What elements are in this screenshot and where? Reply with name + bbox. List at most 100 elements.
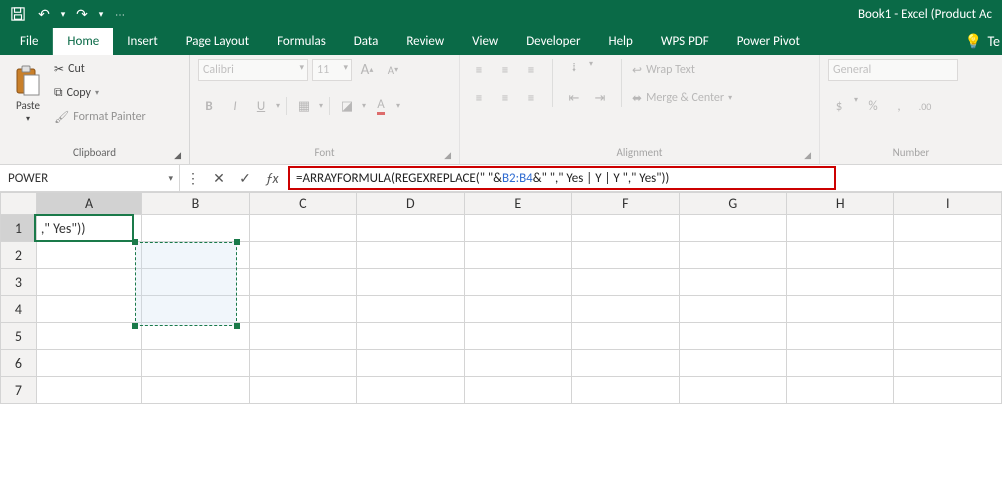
cell-A4[interactable] — [36, 296, 141, 323]
cell-I1[interactable] — [894, 215, 1002, 242]
row-header-7[interactable]: 7 — [1, 377, 37, 404]
cell-I2[interactable] — [894, 242, 1002, 269]
format-painter-button[interactable]: 🖌 Format Painter — [54, 107, 146, 127]
cell-C4[interactable] — [249, 296, 356, 323]
increase-indent-button[interactable]: ⇥ — [589, 87, 611, 109]
increase-decimal-button[interactable]: .00 — [914, 95, 936, 117]
row-header-5[interactable]: 5 — [1, 323, 37, 350]
font-launcher[interactable]: ◢ — [444, 147, 451, 165]
name-box-dropdown[interactable]: ▾ — [168, 173, 173, 184]
cell-C7[interactable] — [249, 377, 356, 404]
row-header-1[interactable]: 1 — [1, 215, 37, 242]
row-header-2[interactable]: 2 — [1, 242, 37, 269]
cell-C3[interactable] — [249, 269, 356, 296]
cell-E5[interactable] — [464, 323, 571, 350]
cell-A7[interactable] — [36, 377, 141, 404]
copy-button[interactable]: ⧉ Copy ▾ — [54, 83, 146, 103]
align-right-button[interactable]: ≡ — [520, 87, 542, 109]
cell-H6[interactable] — [786, 350, 893, 377]
number-format-combo[interactable]: General — [828, 59, 958, 81]
marquee-handle-tl[interactable] — [132, 239, 138, 245]
fx-icon[interactable]: ƒx — [258, 170, 286, 187]
tab-formulas[interactable]: Formulas — [263, 28, 340, 55]
wrap-text-button[interactable]: ↩ Wrap Text — [632, 59, 732, 81]
increase-font-button[interactable]: A▴ — [356, 59, 378, 81]
cell-H3[interactable] — [786, 269, 893, 296]
percent-button[interactable]: % — [862, 95, 884, 117]
cell-B7[interactable] — [142, 377, 249, 404]
cell-F5[interactable] — [572, 323, 679, 350]
cell-G7[interactable] — [679, 377, 786, 404]
enter-button[interactable]: ✓ — [232, 170, 258, 187]
cell-G2[interactable] — [679, 242, 786, 269]
tab-home[interactable]: Home — [53, 28, 113, 55]
col-header-B[interactable]: B — [142, 193, 249, 215]
marquee-handle-bl[interactable] — [132, 323, 138, 329]
decrease-font-button[interactable]: A▾ — [382, 59, 404, 81]
align-center-button[interactable]: ≡ — [494, 87, 516, 109]
cell-H4[interactable] — [786, 296, 893, 323]
comma-button[interactable]: , — [888, 95, 910, 117]
col-header-F[interactable]: F — [572, 193, 679, 215]
cell-A1[interactable]: ," Yes")) — [36, 215, 141, 242]
undo-button[interactable]: ↶ — [32, 4, 56, 24]
tab-power-pivot[interactable]: Power Pivot — [723, 28, 814, 55]
tell-me-icon[interactable]: 💡 — [959, 28, 987, 55]
cell-A2[interactable] — [36, 242, 141, 269]
cell-H5[interactable] — [786, 323, 893, 350]
row-header-4[interactable]: 4 — [1, 296, 37, 323]
font-name-combo[interactable]: Calibri▾ — [198, 59, 308, 81]
cell-G4[interactable] — [679, 296, 786, 323]
cell-E1[interactable] — [464, 215, 571, 242]
cell-I3[interactable] — [894, 269, 1002, 296]
cell-C2[interactable] — [249, 242, 356, 269]
cell-I6[interactable] — [894, 350, 1002, 377]
tab-developer[interactable]: Developer — [512, 28, 594, 55]
cell-E3[interactable] — [464, 269, 571, 296]
cell-I4[interactable] — [894, 296, 1002, 323]
cell-B1[interactable] — [142, 215, 249, 242]
cell-D3[interactable] — [357, 269, 464, 296]
tab-data[interactable]: Data — [340, 28, 393, 55]
cell-C5[interactable] — [249, 323, 356, 350]
cell-G5[interactable] — [679, 323, 786, 350]
cell-D2[interactable] — [357, 242, 464, 269]
fill-color-button[interactable]: ◪ — [336, 95, 358, 117]
cell-F6[interactable] — [572, 350, 679, 377]
cell-B3[interactable] — [142, 269, 249, 296]
tab-insert[interactable]: Insert — [113, 28, 172, 55]
cell-I5[interactable] — [894, 323, 1002, 350]
align-left-button[interactable]: ≡ — [468, 87, 490, 109]
cell-E2[interactable] — [464, 242, 571, 269]
cut-button[interactable]: ✂ Cut — [54, 59, 146, 79]
font-color-button[interactable]: A — [370, 95, 392, 117]
paste-button[interactable]: Paste ▾ — [8, 59, 48, 129]
cell-A3[interactable] — [36, 269, 141, 296]
border-button[interactable]: ▦ — [293, 95, 315, 117]
font-size-combo[interactable]: 11▾ — [312, 59, 352, 81]
cell-C1[interactable] — [249, 215, 356, 242]
cell-I7[interactable] — [894, 377, 1002, 404]
formula-input[interactable]: =ARRAYFORMULA(REGEXREPLACE(" "&B2:B4&" "… — [288, 166, 836, 190]
cell-F3[interactable] — [572, 269, 679, 296]
tab-help[interactable]: Help — [594, 28, 646, 55]
marquee-handle-tr[interactable] — [234, 239, 240, 245]
underline-button[interactable]: U — [250, 95, 272, 117]
cell-B4[interactable] — [142, 296, 249, 323]
cell-E4[interactable] — [464, 296, 571, 323]
cell-A6[interactable] — [36, 350, 141, 377]
marquee-handle-br[interactable] — [234, 323, 240, 329]
row-header-6[interactable]: 6 — [1, 350, 37, 377]
cancel-button[interactable]: ✕ — [206, 170, 232, 187]
save-button[interactable] — [6, 4, 30, 24]
cell-C6[interactable] — [249, 350, 356, 377]
cell-G3[interactable] — [679, 269, 786, 296]
clipboard-launcher[interactable]: ◢ — [174, 147, 181, 165]
cell-A5[interactable] — [36, 323, 141, 350]
align-middle-button[interactable]: ≡ — [494, 59, 516, 81]
tab-wps-pdf[interactable]: WPS PDF — [647, 28, 723, 55]
redo-button[interactable]: ↷ — [70, 4, 94, 24]
decrease-indent-button[interactable]: ⇤ — [563, 87, 585, 109]
align-bottom-button[interactable]: ≡ — [520, 59, 542, 81]
redo-dropdown[interactable]: ▾ — [96, 4, 106, 24]
